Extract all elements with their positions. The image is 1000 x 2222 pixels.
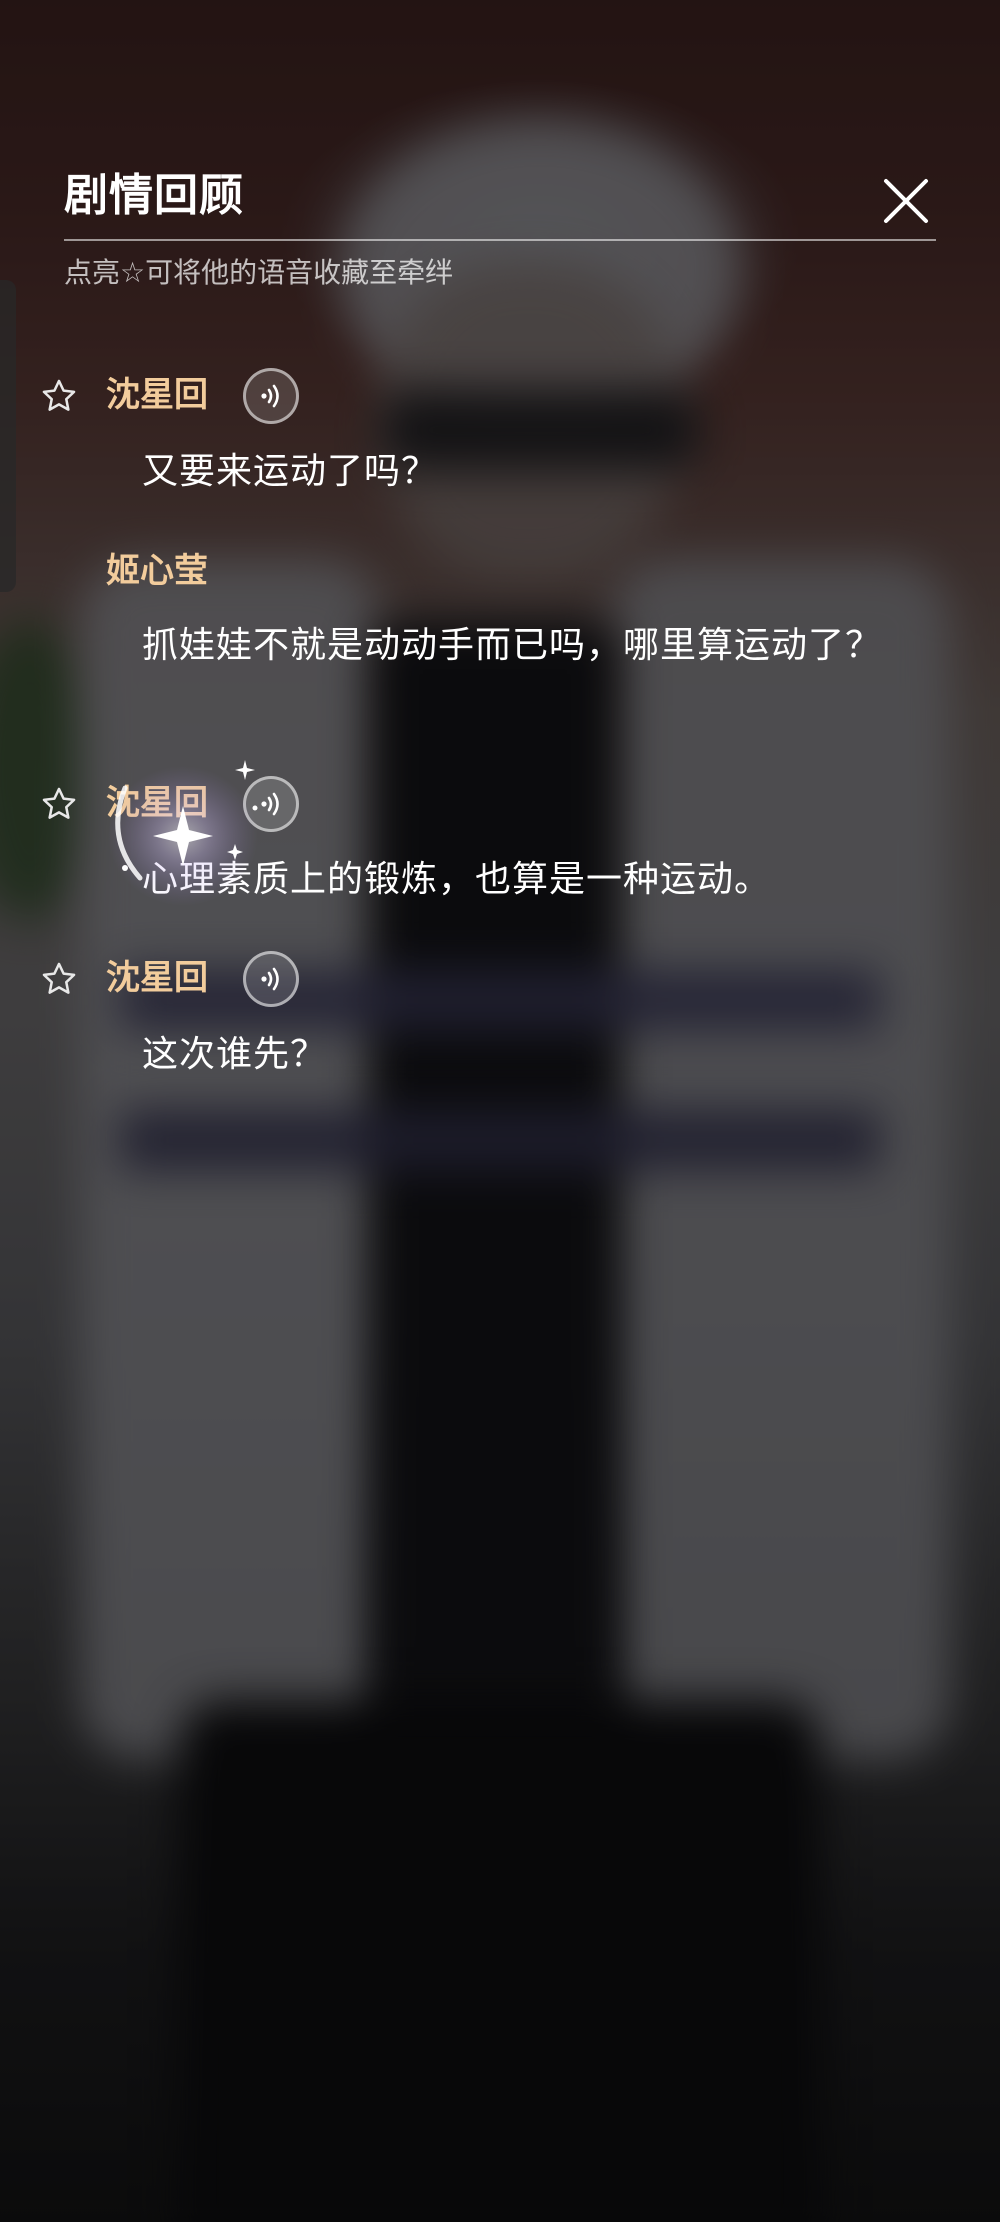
star-outline-icon <box>42 962 76 994</box>
dialogue-text: 又要来运动了吗？ <box>142 451 439 492</box>
dialogue-text: 这次谁先？ <box>142 1034 328 1075</box>
star-outline-icon <box>42 379 76 411</box>
dialogue-text: 心理素质上的锻炼，也算是一种运动。 <box>142 859 772 900</box>
edge-drawer-handle[interactable] <box>0 280 16 592</box>
voice-play-button[interactable] <box>243 368 299 424</box>
story-review-header: 剧情回顾 点亮☆可将他的语音收藏至牵绊 <box>64 165 936 293</box>
close-icon <box>884 179 928 223</box>
voice-wave-icon <box>261 384 279 408</box>
favorite-star-button[interactable] <box>40 960 78 998</box>
dim-overlay <box>0 0 1000 2222</box>
page-title: 剧情回顾 <box>64 170 244 221</box>
voice-wave-icon <box>261 792 279 816</box>
voice-play-button[interactable] <box>243 951 299 1007</box>
favorite-star-button[interactable] <box>40 785 78 823</box>
speaker-name: 沈星回 <box>106 958 208 998</box>
star-outline-icon <box>42 787 76 819</box>
dialogue-text: 抓娃娃不就是动动手而已吗，哪里算运动了？ <box>142 625 883 666</box>
close-button[interactable] <box>876 171 936 231</box>
speaker-name: 姬心莹 <box>106 551 208 591</box>
speaker-name: 沈星回 <box>106 783 208 823</box>
favorite-star-button[interactable] <box>40 377 78 415</box>
speaker-name: 沈星回 <box>106 375 208 415</box>
voice-play-button[interactable] <box>243 776 299 832</box>
voice-wave-icon <box>261 967 279 991</box>
subtitle-hint: 点亮☆可将他的语音收藏至牵绊 <box>64 256 454 289</box>
header-divider <box>64 239 936 241</box>
